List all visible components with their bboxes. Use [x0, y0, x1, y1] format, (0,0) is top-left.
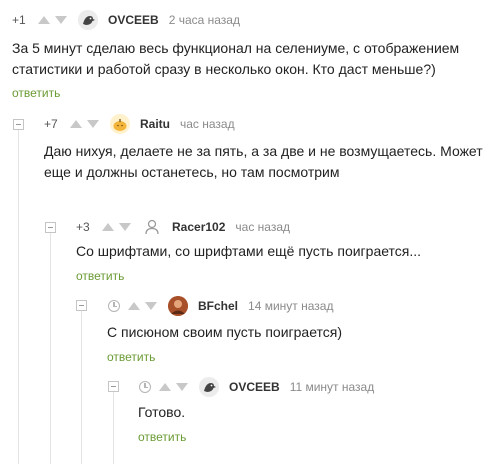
upvote-arrow-icon[interactable]: [102, 223, 114, 231]
collapse-thread-button[interactable]: [108, 381, 119, 392]
comment-text-line: Готово.: [138, 404, 186, 420]
comment-text-line: еще и должны останетесь, но там посмотри…: [44, 164, 340, 180]
vote-controls: [128, 302, 162, 310]
comment-text: За 5 минут сделаю весь функционал на сел…: [12, 38, 459, 80]
reply-link[interactable]: ответить: [12, 86, 60, 100]
vote-controls: [102, 223, 136, 231]
comment-score: +7: [44, 117, 58, 131]
comment-text-line: Даю нихуя, делаете не за пять, а за две …: [44, 143, 483, 159]
comment-header: BFchel 14 минут назад: [108, 296, 333, 316]
downvote-arrow-icon[interactable]: [145, 302, 157, 310]
timestamp[interactable]: 2 часа назад: [169, 13, 240, 27]
pumpkin-avatar-icon[interactable]: [110, 114, 130, 134]
timestamp[interactable]: 14 минут назад: [248, 299, 333, 313]
username[interactable]: Raitu: [140, 117, 170, 131]
vote-controls: [159, 383, 193, 391]
comment-text: Со шрифтами, со шрифтами ещё пусть поигр…: [76, 241, 421, 262]
username[interactable]: OVCEEB: [108, 13, 159, 27]
comment-score: +3: [76, 220, 90, 234]
downvote-arrow-icon[interactable]: [176, 383, 188, 391]
default-user-avatar-icon[interactable]: [142, 217, 162, 237]
upvote-arrow-icon[interactable]: [159, 383, 171, 391]
timestamp[interactable]: час назад: [235, 220, 290, 234]
reply-link[interactable]: ответить: [138, 430, 186, 444]
comment-text-line: Со шрифтами, со шрифтами ещё пусть поигр…: [76, 243, 422, 259]
downvote-arrow-icon[interactable]: [119, 223, 131, 231]
bird-avatar-icon[interactable]: [78, 10, 98, 30]
reply-link[interactable]: ответить: [107, 350, 155, 364]
collapse-thread-button[interactable]: [45, 222, 56, 233]
comment-text: Даю нихуя, делаете не за пять, а за две …: [44, 141, 483, 183]
timestamp[interactable]: час назад: [180, 117, 235, 131]
downvote-arrow-icon[interactable]: [87, 120, 99, 128]
vote-controls: [38, 16, 72, 24]
comment-text: Готово.: [138, 402, 185, 423]
collapse-thread-button[interactable]: [13, 119, 24, 130]
comment-header: OVCEEB 11 минут назад: [139, 377, 375, 397]
timestamp[interactable]: 11 минут назад: [290, 380, 375, 394]
username[interactable]: OVCEEB: [229, 380, 280, 394]
comment-text-line: статистики и работой сразу в несколько о…: [12, 61, 436, 77]
clock-icon: [108, 300, 120, 312]
comment-text-line: За 5 минут сделаю весь функционал на сел…: [12, 40, 460, 56]
upvote-arrow-icon[interactable]: [38, 16, 50, 24]
collapse-thread-button[interactable]: [76, 300, 87, 311]
comment: +3 Racer102 час назад Со шрифтами, со шр…: [0, 215, 495, 290]
comment: OVCEEB 11 минут назад Готово. ответить: [0, 370, 495, 450]
username[interactable]: BFchel: [198, 299, 238, 313]
comment-score: +1: [12, 13, 26, 27]
comment: +1 OVCEEB 2 часа назад За 5 минут сделаю…: [0, 0, 495, 110]
comment: +7 Raitu час назад Даю нихуя, делаете не…: [0, 110, 495, 215]
comment: BFchel 14 минут назад С писюном своим пу…: [0, 290, 495, 370]
vote-controls: [70, 120, 104, 128]
reply-link[interactable]: ответить: [76, 269, 124, 283]
username[interactable]: Racer102: [172, 220, 225, 234]
upvote-arrow-icon[interactable]: [70, 120, 82, 128]
comment-text-line: С писюном своим пусть поиграется): [107, 324, 343, 340]
comment-header: +7 Raitu час назад: [44, 114, 235, 134]
comment-header: +3 Racer102 час назад: [76, 218, 290, 236]
comment-text: С писюном своим пусть поиграется): [107, 322, 342, 343]
clock-icon: [139, 381, 151, 393]
bird-avatar-icon[interactable]: [199, 377, 219, 397]
upvote-arrow-icon[interactable]: [128, 302, 140, 310]
comment-header: +1 OVCEEB 2 часа назад: [12, 10, 240, 30]
photo-avatar-icon[interactable]: [168, 296, 188, 316]
downvote-arrow-icon[interactable]: [55, 16, 67, 24]
